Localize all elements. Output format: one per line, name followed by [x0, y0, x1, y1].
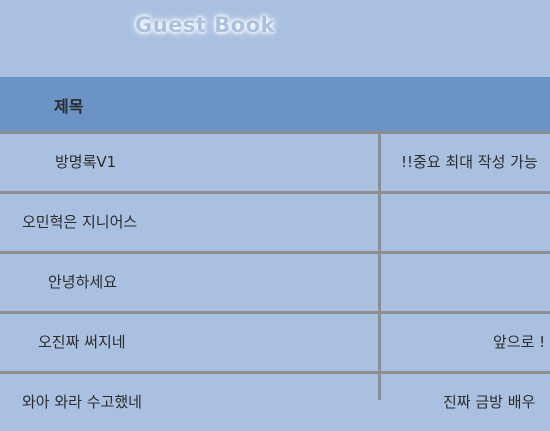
row-content-cell: 진짜 금방 배우: [381, 374, 550, 431]
page-header: Guest Book: [0, 0, 550, 77]
row-title-cell[interactable]: 와아 와라 수고했네: [0, 374, 378, 431]
table-row[interactable]: 오민혁은 지니어스: [0, 194, 550, 251]
table-row[interactable]: 방명록V1 !!중요 최대 작성 가능: [0, 134, 550, 191]
row-content: 앞으로 !: [493, 333, 546, 351]
row-content: 진짜 금방 배우: [443, 393, 536, 411]
row-title-cell[interactable]: 방명록V1: [0, 134, 378, 191]
row-title[interactable]: 안녕하세요: [48, 254, 117, 311]
row-content-cell: [381, 194, 550, 251]
row-content-cell: 앞으로 !: [381, 314, 550, 371]
row-title-cell[interactable]: 오진짜 써지네: [0, 314, 378, 371]
row-title[interactable]: 방명록V1: [55, 134, 116, 191]
page-title: Guest Book: [135, 13, 276, 37]
row-title-cell[interactable]: 안녕하세요: [0, 254, 378, 311]
table-row[interactable]: 와아 와라 수고했네 진짜 금방 배우: [0, 374, 550, 431]
column-header-title: 제목: [54, 97, 84, 116]
row-title-cell[interactable]: 오민혁은 지니어스: [0, 194, 378, 251]
table-row[interactable]: 오진짜 써지네 앞으로 !: [0, 314, 550, 371]
row-content-cell: [381, 254, 550, 311]
table-header-row: 제목: [0, 77, 550, 131]
row-title[interactable]: 오진짜 써지네: [38, 314, 126, 371]
row-content: !!중요 최대 작성 가능: [401, 153, 538, 171]
table-row[interactable]: 안녕하세요: [0, 254, 550, 311]
row-content-cell: !!중요 최대 작성 가능: [381, 134, 550, 191]
row-title[interactable]: 오민혁은 지니어스: [22, 194, 137, 251]
guestbook-table: 방명록V1 !!중요 최대 작성 가능 오민혁은 지니어스 안녕하세요 오진짜 …: [0, 131, 550, 431]
row-title[interactable]: 와아 와라 수고했네: [22, 374, 142, 431]
